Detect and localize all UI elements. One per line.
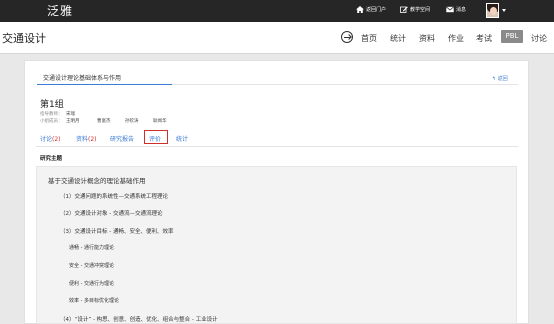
back-label: 返回 bbox=[497, 76, 508, 82]
member-name: 曹富杰 bbox=[97, 119, 111, 124]
section-title: 研究主题 bbox=[40, 156, 63, 162]
teaching-space-label: 教学空间 bbox=[410, 7, 431, 13]
back-arrow-icon: ↰ bbox=[492, 76, 497, 82]
app-logo[interactable]: 泛雅 bbox=[47, 2, 73, 19]
topic-line: （3）交通设计目标 - 通畅、安全、便利、效率 bbox=[60, 229, 174, 235]
mail-icon bbox=[446, 6, 454, 13]
topic-tab-underline bbox=[37, 84, 172, 85]
divider bbox=[172, 84, 518, 85]
topic-line: 便利 - 交通行为理论 bbox=[69, 281, 114, 287]
home-icon bbox=[356, 6, 364, 13]
nav-materials[interactable]: 资料 bbox=[419, 33, 435, 44]
topic-heading: 基于交通设计概念的理论基础作用 bbox=[48, 177, 146, 185]
topic-line: 安全 - 交通冲突理论 bbox=[69, 263, 114, 269]
nav-discussion[interactable]: 讨论 bbox=[531, 33, 547, 44]
topic-line: （2）交通设计对象 - 交通流—交通流理论 bbox=[60, 211, 163, 217]
teaching-space-link[interactable]: 教学空间 bbox=[400, 6, 430, 13]
members-label: 小组成员： bbox=[40, 119, 63, 124]
tabs-divider bbox=[36, 146, 518, 147]
member-name: 孙钦涛 bbox=[125, 119, 139, 124]
tab-discussion[interactable]: 讨论(2) bbox=[40, 134, 61, 143]
top-bar: 泛雅 返回门户 教学空间 消息 bbox=[0, 0, 554, 22]
course-header: 交通设计 首页 统计 资料 作业 考试 PBL 讨论 bbox=[0, 22, 554, 54]
nav-stats[interactable]: 统计 bbox=[390, 33, 406, 44]
edit-icon bbox=[400, 6, 408, 13]
portal-link-label: 返回门户 bbox=[366, 7, 387, 13]
tab-report[interactable]: 研究报告 bbox=[110, 134, 134, 143]
materials-count: (2) bbox=[88, 136, 97, 143]
topic-line: （1）交通问题的系统性—交通系统工程理论 bbox=[60, 194, 169, 200]
nav-home[interactable]: 首页 bbox=[361, 33, 377, 44]
course-title: 交通设计 bbox=[2, 32, 46, 45]
topic-line: （4）“设计” - 构思、创意、创造、优化、组合与整合 - 工业设计 bbox=[60, 317, 218, 323]
arrow-right-icon[interactable] bbox=[341, 31, 353, 43]
nav-pbl[interactable]: PBL bbox=[501, 30, 523, 43]
messages-link[interactable]: 消息 bbox=[446, 6, 466, 13]
discussion-count: (2) bbox=[52, 136, 61, 143]
portal-link[interactable]: 返回门户 bbox=[356, 6, 386, 13]
nav-homework[interactable]: 作业 bbox=[448, 33, 464, 44]
advisor-label: 指导教师： bbox=[40, 112, 63, 117]
tab-stats[interactable]: 统计 bbox=[176, 134, 188, 143]
topic-line: 效率 - 多目标优化理论 bbox=[69, 298, 119, 304]
group-title: 第1组 bbox=[40, 100, 64, 110]
tab-evaluation[interactable]: 评价 bbox=[149, 134, 161, 143]
advisor-name: 宋瑞 bbox=[66, 112, 75, 117]
nav-exam[interactable]: 考试 bbox=[476, 33, 492, 44]
chevron-down-icon[interactable] bbox=[502, 9, 506, 12]
member-name: 王明月 bbox=[66, 119, 80, 124]
messages-label: 消息 bbox=[456, 7, 467, 13]
user-avatar[interactable] bbox=[486, 3, 499, 18]
member-name: 耿闻华 bbox=[153, 119, 167, 124]
tab-materials[interactable]: 资料(2) bbox=[76, 134, 97, 143]
topic-tab[interactable]: 交通设计理论基础体系与作用 bbox=[43, 73, 121, 82]
topic-line: 通畅 - 通行能力理论 bbox=[69, 245, 114, 251]
back-link[interactable]: ↰ 返回 bbox=[492, 75, 508, 82]
